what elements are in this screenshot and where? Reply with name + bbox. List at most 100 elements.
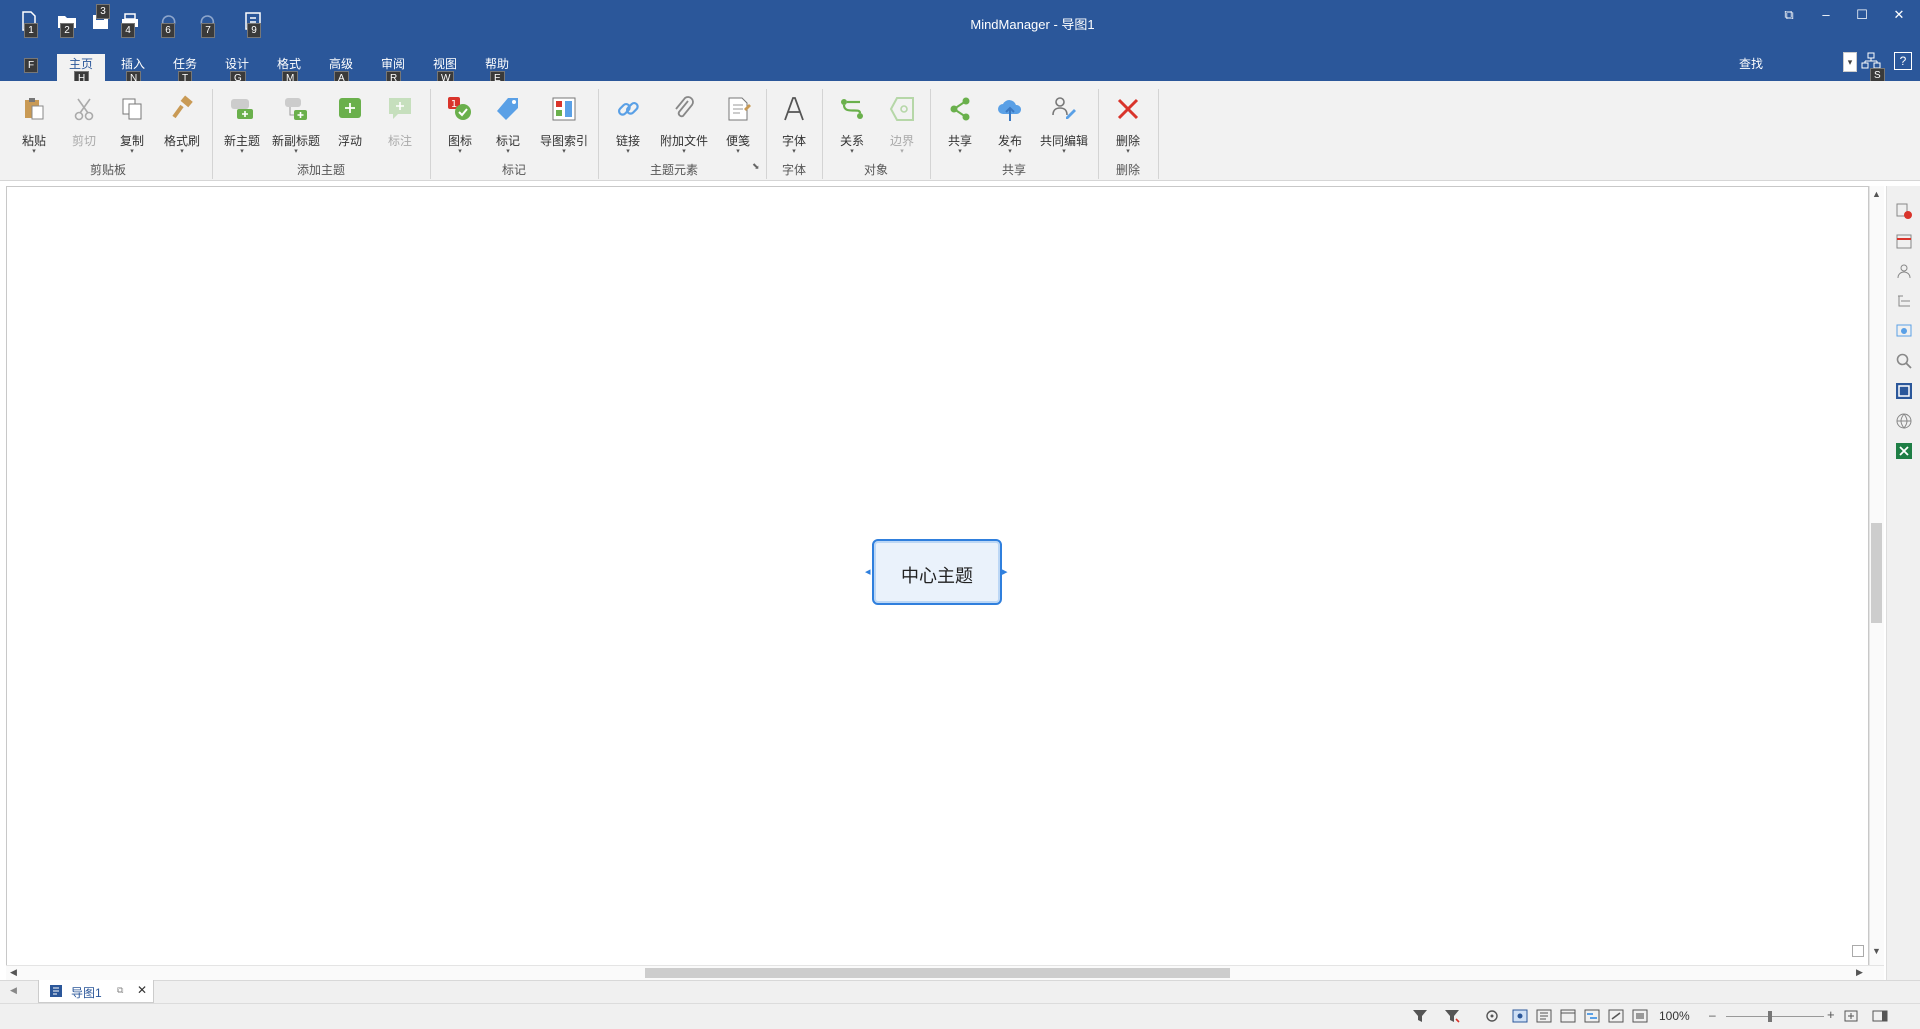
scroll-down-icon[interactable]: ▼: [1872, 946, 1881, 956]
format-painter-button[interactable]: 格式刷 ▾: [158, 89, 206, 155]
paste-icon: [25, 98, 44, 120]
template-button[interactable]: 9: [243, 10, 265, 38]
document-tab-label: 导图1: [71, 986, 102, 1000]
task-info-icon[interactable]: [1895, 202, 1913, 220]
calendar-icon[interactable]: [1895, 232, 1913, 250]
search-icon[interactable]: [1895, 352, 1913, 370]
fit-map-icon[interactable]: [1843, 1009, 1859, 1023]
paste-button[interactable]: 粘贴 ▾: [12, 89, 56, 155]
tab-format[interactable]: 格式 M: [268, 54, 310, 86]
central-topic[interactable]: ◂ 中心主题 ▸: [865, 539, 1008, 605]
delete-button[interactable]: 删除 ▾: [1106, 89, 1150, 155]
callout-button[interactable]: 标注: [378, 89, 422, 155]
schedule-view-icon[interactable]: [1560, 1009, 1576, 1023]
copy-button[interactable]: 复制 ▾: [110, 89, 154, 155]
tab-scroll-left-icon[interactable]: ◀: [10, 985, 17, 996]
redo-button[interactable]: 7: [197, 10, 219, 38]
collapse-handle-left[interactable]: ◂: [865, 567, 872, 578]
scroll-up-icon[interactable]: ▲: [1872, 189, 1881, 199]
zoom-level[interactable]: 100%: [1659, 1009, 1690, 1023]
outline-icon[interactable]: [1895, 292, 1913, 310]
relationship-button[interactable]: 关系 ▾: [830, 89, 874, 155]
close-tab-icon[interactable]: ✕: [137, 983, 147, 997]
zoom-slider[interactable]: [1726, 1016, 1824, 1017]
tag-button[interactable]: 标记 ▾: [486, 89, 530, 155]
print-button[interactable]: 4: [119, 10, 141, 38]
link-button[interactable]: 链接 ▾: [606, 89, 650, 155]
scroll-right-icon[interactable]: ▶: [1856, 967, 1863, 978]
filter-options-icon[interactable]: [1444, 1009, 1460, 1023]
library-icon[interactable]: [1895, 322, 1913, 340]
ribbon-display-button[interactable]: ⧉: [1779, 6, 1799, 24]
browser-icon[interactable]: [1895, 412, 1913, 430]
collapse-handle-right[interactable]: ▸: [1002, 567, 1009, 578]
tab-task[interactable]: 任务 T: [164, 54, 206, 86]
minimize-button[interactable]: –: [1816, 6, 1836, 24]
floating-topic-button[interactable]: 浮动: [328, 89, 372, 155]
zoom-slider-thumb[interactable]: [1768, 1011, 1772, 1022]
save-button[interactable]: 3: [90, 4, 112, 36]
slides-view-icon[interactable]: [1632, 1009, 1648, 1023]
new-subtopic-button[interactable]: 新副标题 ▾: [270, 89, 322, 155]
co-edit-icon: [1052, 97, 1076, 119]
keytip: 2: [60, 23, 74, 38]
group-label-font: 字体: [781, 163, 806, 177]
tab-advanced[interactable]: 高级 A: [320, 54, 362, 86]
zoom-out-button[interactable]: –: [1709, 1008, 1716, 1022]
co-edit-button[interactable]: 共同编辑 ▾: [1036, 89, 1092, 155]
gantt-view-icon[interactable]: [1584, 1009, 1600, 1023]
help-button[interactable]: ?: [1894, 52, 1912, 70]
group-label-topic-elements: 主题元素: [649, 163, 698, 177]
dialog-launcher-icon[interactable]: ⬊: [752, 161, 760, 172]
link-map-icon[interactable]: [1608, 1009, 1624, 1023]
overview-icon[interactable]: [1895, 382, 1913, 400]
group-label-clipboard: 剪贴板: [89, 163, 126, 177]
notes-button[interactable]: 便笺 ▾: [716, 89, 760, 155]
maximize-button[interactable]: ☐: [1852, 6, 1872, 24]
copy-icon: [122, 98, 142, 120]
undo-button[interactable]: 6: [157, 10, 179, 38]
zoom-in-button[interactable]: +: [1827, 1007, 1835, 1022]
tab-home[interactable]: 主页 H: [57, 54, 105, 86]
open-button[interactable]: 2: [56, 10, 78, 38]
horizontal-scroll-thumb[interactable]: [645, 968, 1230, 978]
notes-icon: [728, 97, 751, 121]
search-dropdown[interactable]: ▾: [1843, 52, 1857, 72]
scroll-left-icon[interactable]: ◀: [10, 967, 17, 978]
map-view-icon[interactable]: [1512, 1009, 1528, 1023]
split-view-icon[interactable]: [1852, 945, 1864, 957]
boundary-button[interactable]: 边界 ▾: [880, 89, 924, 155]
attach-file-button[interactable]: 附加文件 ▾: [656, 89, 712, 155]
excel-icon[interactable]: [1895, 442, 1913, 460]
share-button[interactable]: 共享 ▾: [938, 89, 982, 155]
map-index-button[interactable]: 导图索引 ▾: [536, 89, 592, 155]
publish-button[interactable]: 发布 ▾: [988, 89, 1032, 155]
keytip: 9: [247, 23, 261, 38]
tab-design[interactable]: 设计 G: [216, 54, 258, 86]
close-button[interactable]: ✕: [1889, 6, 1909, 24]
panel-toggle-icon[interactable]: [1872, 1009, 1888, 1023]
tab-view[interactable]: 视图 W: [424, 54, 466, 86]
tab-review[interactable]: 审阅 R: [372, 54, 414, 86]
boundary-icon: [889, 97, 914, 121]
pin-tab-icon[interactable]: ⧉: [117, 985, 123, 996]
balance-map-icon[interactable]: [1484, 1009, 1500, 1023]
org-chart-button[interactable]: S: [1861, 52, 1885, 83]
filter-icon[interactable]: [1412, 1009, 1428, 1023]
outline-view-icon[interactable]: [1536, 1009, 1552, 1023]
tab-file[interactable]: F: [16, 54, 46, 81]
link-icon: [617, 101, 639, 116]
new-topic-button[interactable]: 新主题 ▾: [220, 89, 264, 155]
vertical-scroll-thumb[interactable]: [1871, 523, 1882, 623]
resources-icon[interactable]: [1895, 262, 1913, 280]
font-icon: [784, 97, 804, 121]
icon-button[interactable]: 1 图标 ▾: [438, 89, 482, 155]
task-pane-strip: [1886, 186, 1920, 980]
document-tab[interactable]: 导图1 ⧉ ✕: [38, 980, 154, 1003]
search-label[interactable]: 查找: [1739, 55, 1763, 72]
tab-help[interactable]: 帮助 E: [476, 54, 518, 86]
cut-button[interactable]: 剪切: [62, 89, 106, 155]
font-button[interactable]: 字体 ▾: [774, 89, 814, 155]
new-document-button[interactable]: 1: [18, 10, 40, 38]
tab-insert[interactable]: 插入 N: [112, 54, 154, 86]
